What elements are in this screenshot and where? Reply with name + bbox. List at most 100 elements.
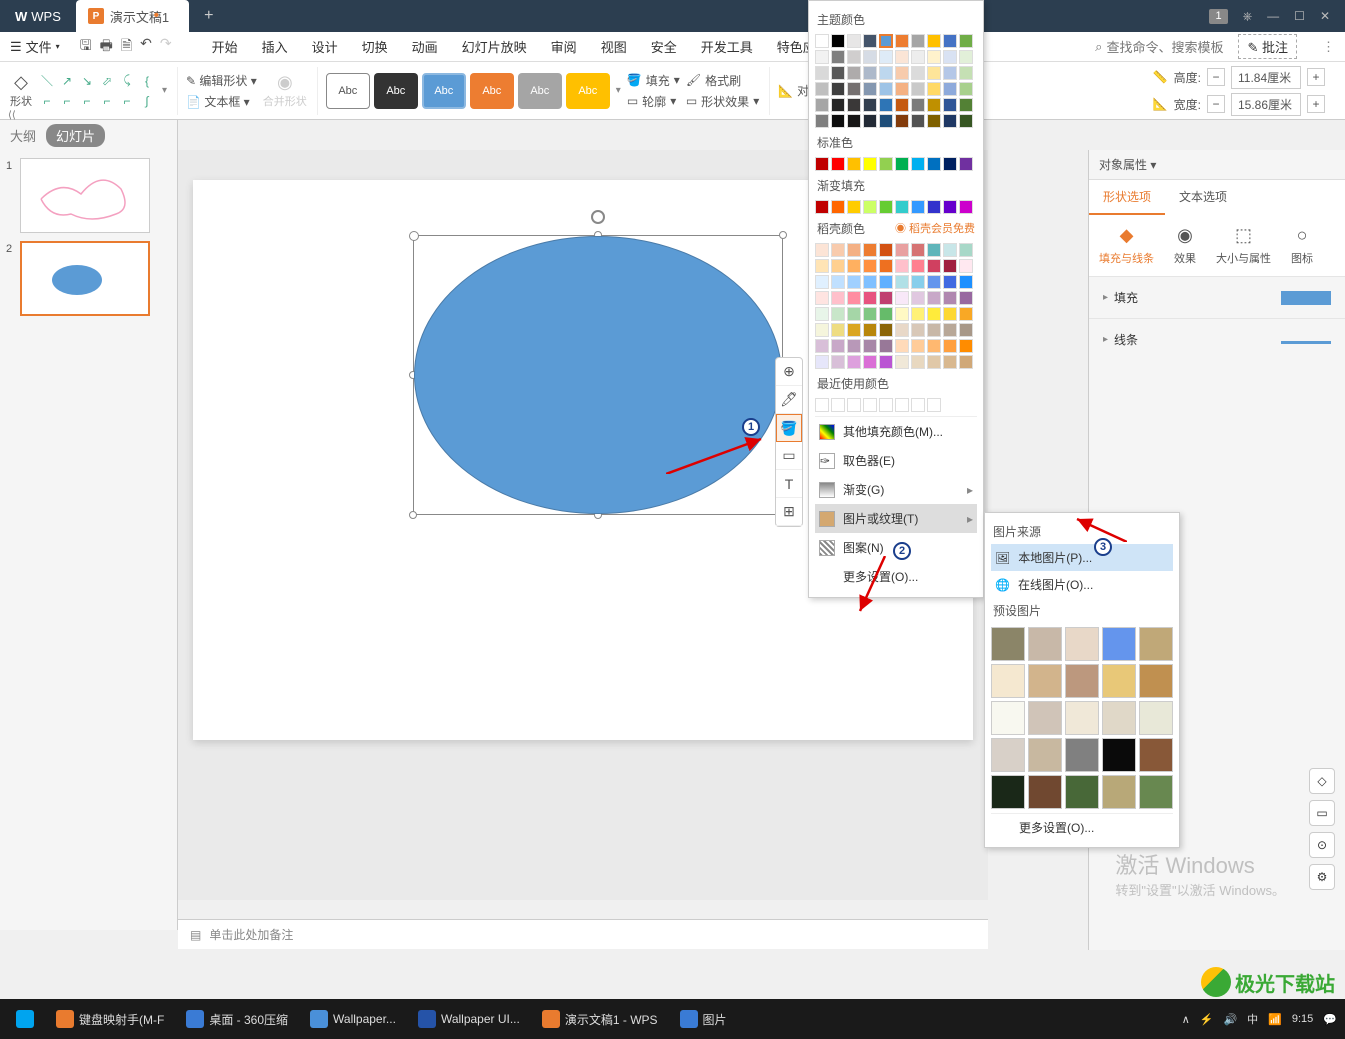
edit-shape-button[interactable]: ✎ 编辑形状 ▾ [186, 72, 257, 89]
color-swatch[interactable] [927, 291, 941, 305]
texture-swatch[interactable] [1028, 664, 1062, 698]
texture-swatch[interactable] [1028, 738, 1062, 772]
tab-insert[interactable]: 插入 [252, 33, 298, 60]
color-swatch[interactable] [911, 82, 925, 96]
more-settings-item[interactable]: 更多设置(O)... [815, 562, 977, 591]
color-swatch[interactable] [895, 243, 909, 257]
color-swatch[interactable] [831, 259, 845, 273]
color-swatch[interactable] [943, 259, 957, 273]
color-swatch[interactable] [943, 34, 957, 48]
tab-dev[interactable]: 开发工具 [691, 33, 763, 60]
color-swatch[interactable] [879, 82, 893, 96]
color-swatch[interactable] [911, 398, 925, 412]
texture-swatch[interactable] [1065, 664, 1099, 698]
color-swatch[interactable] [847, 200, 861, 214]
account-icon[interactable]: ⎈ [1243, 9, 1253, 24]
color-swatch[interactable] [879, 66, 893, 80]
tb-app-4[interactable]: Wallpaper UI... [410, 1006, 528, 1032]
texture-swatch[interactable] [1139, 775, 1173, 809]
tab-security[interactable]: 安全 [641, 33, 687, 60]
color-swatch[interactable] [959, 355, 973, 369]
tab-home[interactable]: 开始 [202, 33, 248, 60]
color-swatch[interactable] [863, 323, 877, 337]
color-swatch[interactable] [815, 339, 829, 353]
color-swatch[interactable] [911, 114, 925, 128]
color-swatch[interactable] [879, 275, 893, 289]
shape-options-tab[interactable]: 形状选项 [1089, 180, 1165, 215]
color-swatch[interactable] [847, 114, 861, 128]
more-fill-item[interactable]: 其他填充颜色(M)... [815, 417, 977, 446]
texture-swatch[interactable] [1139, 664, 1173, 698]
color-swatch[interactable] [815, 291, 829, 305]
redo-icon[interactable]: ↷ [160, 35, 172, 59]
color-swatch[interactable] [927, 82, 941, 96]
color-swatch[interactable] [911, 355, 925, 369]
color-swatch[interactable] [879, 98, 893, 112]
color-swatch[interactable] [911, 259, 925, 273]
color-swatch[interactable] [831, 157, 845, 171]
color-swatch[interactable] [831, 243, 845, 257]
color-swatch[interactable] [831, 82, 845, 96]
color-swatch[interactable] [847, 291, 861, 305]
color-swatch[interactable] [895, 323, 909, 337]
color-swatch[interactable] [815, 34, 829, 48]
fill-button[interactable]: 🪣 填充 ▾ [627, 72, 680, 89]
start-button[interactable] [8, 1006, 42, 1032]
color-swatch[interactable] [943, 114, 957, 128]
color-swatch[interactable] [895, 275, 909, 289]
color-swatch[interactable] [959, 82, 973, 96]
color-swatch[interactable] [959, 50, 973, 64]
tb-app-6[interactable]: 图片 [672, 1006, 735, 1032]
float-outline[interactable]: ▭ [776, 442, 802, 470]
color-swatch[interactable] [911, 243, 925, 257]
color-swatch[interactable] [863, 307, 877, 321]
float-text[interactable]: T [776, 470, 802, 498]
color-swatch[interactable] [831, 398, 845, 412]
file-menu[interactable]: ☰ 文件 ▾ [0, 37, 70, 56]
color-swatch[interactable] [815, 323, 829, 337]
color-swatch[interactable] [831, 339, 845, 353]
icon-tool[interactable]: ○图标 [1291, 225, 1313, 266]
color-swatch[interactable] [863, 355, 877, 369]
color-swatch[interactable] [927, 323, 941, 337]
rotate-handle[interactable] [591, 210, 605, 224]
color-swatch[interactable] [927, 355, 941, 369]
color-swatch[interactable] [831, 200, 845, 214]
color-swatch[interactable] [911, 66, 925, 80]
color-swatch[interactable] [959, 275, 973, 289]
texture-swatch[interactable] [1139, 701, 1173, 735]
color-swatch[interactable] [847, 82, 861, 96]
undo-icon[interactable]: ↶ [140, 35, 152, 59]
close-button[interactable]: ✕ [1320, 9, 1330, 24]
doc-tab[interactable]: P 演示文稿1 • [76, 0, 189, 32]
color-swatch[interactable] [863, 157, 877, 171]
tab-view[interactable]: 视图 [591, 33, 637, 60]
color-swatch[interactable] [863, 82, 877, 96]
color-swatch[interactable] [927, 200, 941, 214]
color-swatch[interactable] [943, 355, 957, 369]
color-swatch[interactable] [927, 339, 941, 353]
eyedropper-item[interactable]: ✑取色器(E) [815, 446, 977, 475]
texture-swatch[interactable] [991, 664, 1025, 698]
tab-transition[interactable]: 切换 [352, 33, 398, 60]
texture-swatch[interactable] [991, 701, 1025, 735]
color-swatch[interactable] [943, 98, 957, 112]
color-swatch[interactable] [943, 66, 957, 80]
texture-swatch[interactable] [1065, 701, 1099, 735]
color-swatch[interactable] [815, 398, 829, 412]
height-input[interactable]: 📏高度: − 11.84厘米 + [1153, 66, 1325, 89]
fill-line-tool[interactable]: ◆填充与线条 [1099, 225, 1154, 266]
color-swatch[interactable] [927, 398, 941, 412]
color-swatch[interactable] [959, 114, 973, 128]
color-swatch[interactable] [815, 307, 829, 321]
size-tool[interactable]: ⬚大小与属性 [1216, 225, 1271, 266]
slide-tab[interactable]: 幻灯片 [46, 124, 105, 147]
color-swatch[interactable] [927, 259, 941, 273]
color-swatch[interactable] [895, 259, 909, 273]
color-swatch[interactable] [927, 114, 941, 128]
color-swatch[interactable] [895, 50, 909, 64]
online-image-item[interactable]: 🌐在线图片(O)... [991, 571, 1173, 598]
color-swatch[interactable] [879, 398, 893, 412]
color-swatch[interactable] [943, 200, 957, 214]
color-swatch[interactable] [863, 66, 877, 80]
